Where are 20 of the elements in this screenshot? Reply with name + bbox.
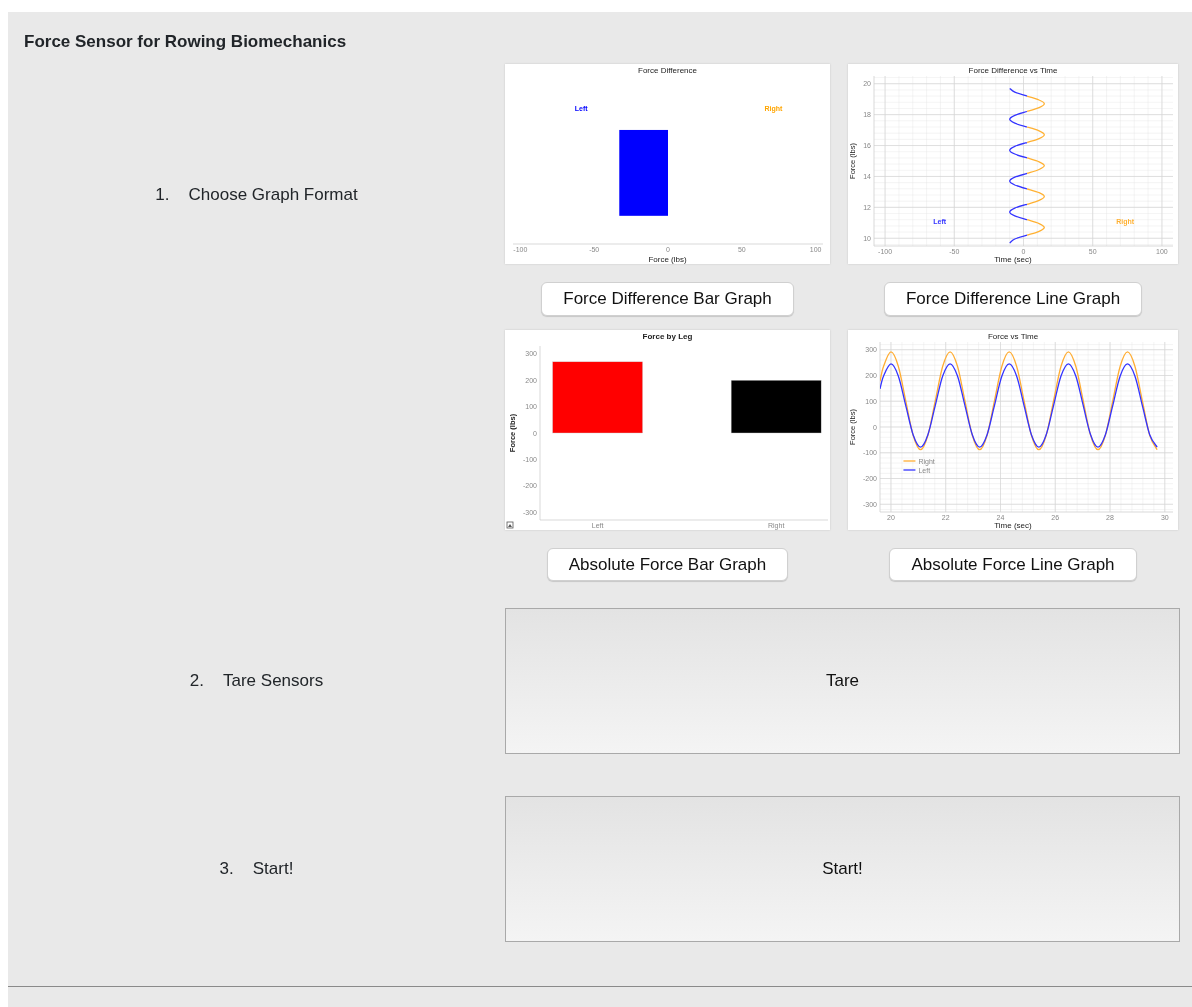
chart-title: Force Difference [638, 66, 697, 75]
step-label: Choose Graph Format [188, 184, 358, 206]
app-title: Force Sensor for Rowing Biomechanics [23, 31, 348, 53]
axis-label: Time (sec) [994, 255, 1032, 264]
step-number: 2. [189, 670, 204, 693]
action-button[interactable]: Start! [505, 796, 1180, 942]
axis-label: Force (lbs) [648, 255, 687, 264]
step-label: Tare Sensors [223, 670, 324, 693]
chart-title: Force vs Time [987, 331, 1039, 341]
graph-button[interactable]: Force Difference Bar Graph [541, 282, 794, 316]
chart-title: Force Difference vs Time [968, 66, 1058, 75]
graph-button[interactable]: Absolute Force Bar Graph [546, 547, 789, 581]
graph-button[interactable]: Absolute Force Line Graph [889, 547, 1137, 581]
step-number: 3. [219, 858, 234, 881]
action-button[interactable]: Tare [505, 608, 1180, 754]
graph-button[interactable]: Force Difference Line Graph [883, 282, 1143, 316]
chart-title: Force by Leg [642, 331, 693, 341]
step-label: Start! [252, 858, 294, 881]
axis-label: Time (sec) [994, 520, 1032, 530]
step-number: 1. [155, 184, 170, 206]
